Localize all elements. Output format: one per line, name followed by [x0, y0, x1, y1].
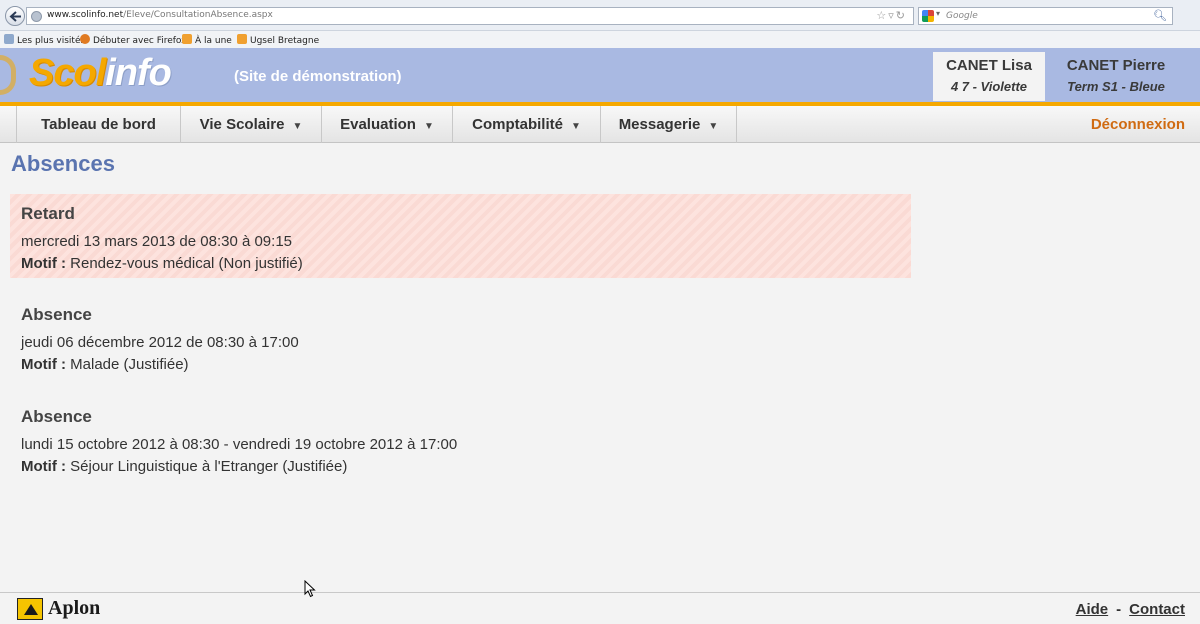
user-name: CANET Lisa: [946, 57, 1032, 74]
bookmarks-bar: Les plus visités Débuter avec Firefox À …: [0, 31, 1200, 49]
demo-site-label: (Site de démonstration): [234, 68, 402, 85]
entry-date: jeudi 06 décembre 2012 de 08:30 à 17:00: [21, 334, 299, 351]
page-title: Absences: [11, 151, 115, 176]
bookmark-getting-started[interactable]: Débuter avec Firefox: [80, 34, 187, 46]
user-card-lisa[interactable]: CANET Lisa 4 7 - Violette: [933, 52, 1045, 101]
globe-icon: [31, 11, 42, 22]
folder-icon: [237, 34, 247, 44]
back-arrow-icon: [9, 11, 21, 22]
user-class: Term S1 - Bleue: [1067, 79, 1165, 94]
scolinfo-logo[interactable]: Scolinfo: [29, 51, 172, 95]
user-name: CANET Pierre: [1066, 57, 1166, 74]
mouse-cursor-icon: [304, 580, 316, 598]
absence-entry-retard: Retard mercredi 13 mars 2013 de 08:30 à …: [10, 194, 911, 278]
entry-type: Absence: [21, 407, 92, 426]
chevron-down-icon[interactable]: ▾: [936, 9, 940, 18]
nav-messagerie[interactable]: Messagerie ▼: [600, 106, 737, 143]
absence-entry: Absence jeudi 06 décembre 2012 de 08:30 …: [10, 295, 911, 383]
bookmark-most-visited[interactable]: Les plus visités: [4, 34, 85, 46]
url-bar[interactable]: www.scolinfo.net/Eleve/ConsultationAbsen…: [26, 7, 914, 25]
dropdown-caret-icon: ▼: [292, 121, 303, 132]
nav-evaluation[interactable]: Evaluation ▼: [321, 106, 452, 143]
browser-search-input[interactable]: ▾ Google 🔍︎: [918, 7, 1173, 25]
firefox-icon: [80, 34, 90, 44]
entry-motif: Motif : Rendez-vous médical (Non justifi…: [21, 255, 303, 272]
search-icon[interactable]: 🔍︎: [1153, 9, 1167, 22]
bookmark-ugsel[interactable]: Ugsel Bretagne: [237, 34, 319, 46]
contact-link[interactable]: Contact: [1129, 601, 1185, 618]
logout-link[interactable]: Déconnexion: [1091, 106, 1185, 143]
back-button[interactable]: [5, 6, 25, 26]
aplon-triangle-icon: [17, 598, 43, 620]
nav-vie-scolaire[interactable]: Vie Scolaire ▼: [180, 106, 321, 143]
rss-icon: [182, 34, 192, 44]
absence-entry: Absence lundi 15 octobre 2012 à 08:30 - …: [10, 397, 911, 485]
dropdown-caret-icon: ▼: [708, 121, 719, 132]
entry-date: lundi 15 octobre 2012 à 08:30 - vendredi…: [21, 436, 458, 453]
dropdown-caret-icon: ▼: [570, 121, 581, 132]
dropdown-caret-icon: ▼: [423, 121, 434, 132]
search-placeholder: Google: [946, 11, 978, 21]
main-nav: Tableau de bord Vie Scolaire ▼ Evaluation…: [0, 106, 1200, 143]
user-card-pierre[interactable]: CANET Pierre Term S1 - Bleue: [1060, 52, 1172, 101]
nav-comptabilite[interactable]: Comptabilité ▼: [452, 106, 600, 143]
entry-date: mercredi 13 mars 2013 de 08:30 à 09:15: [21, 233, 293, 250]
google-icon: [922, 10, 934, 22]
bookmark-headlines[interactable]: À la une: [182, 34, 232, 46]
user-class: 4 7 - Violette: [950, 79, 1028, 94]
help-link[interactable]: Aide: [1076, 601, 1109, 618]
url-text: www.scolinfo.net/Eleve/ConsultationAbsen…: [47, 10, 273, 20]
page-icon: [4, 34, 14, 44]
nav-tableau-de-bord[interactable]: Tableau de bord: [16, 106, 180, 143]
entry-type: Absence: [21, 305, 92, 324]
aplon-brand-text: Aplon: [48, 597, 101, 619]
footer-separator: -: [1116, 601, 1122, 618]
entry-motif: Motif : Séjour Linguistique à l'Etranger…: [21, 458, 348, 475]
footer-links: Aide - Contact: [1076, 601, 1185, 618]
browser-toolbar: www.scolinfo.net/Eleve/ConsultationAbsen…: [0, 0, 1200, 31]
footer: Aplon Aide - Contact: [0, 592, 1200, 624]
entry-type: Retard: [21, 204, 75, 223]
entry-motif: Motif : Malade (Justifiée): [21, 356, 189, 373]
bookmark-star-icon[interactable]: ☆▿↻: [876, 9, 907, 22]
